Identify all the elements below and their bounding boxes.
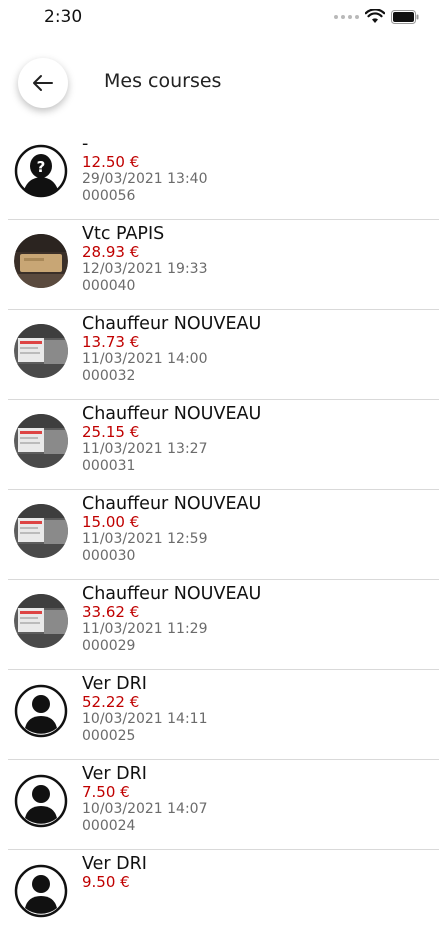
ride-code: 000056: [82, 188, 136, 204]
ride-datetime: 11/03/2021 12:59: [82, 531, 208, 547]
ride-code: 000024: [82, 818, 136, 834]
ride-code: 000040: [82, 278, 136, 294]
ride-amount: 28.93 €: [82, 243, 140, 261]
ride-amount: 9.50 €: [82, 873, 130, 891]
ride-list: ? - 12.50 € 29/03/2021 13:40 000056 Vtc …: [0, 130, 439, 939]
status-time: 2:30: [44, 7, 83, 27]
driver-name: Vtc PAPIS: [82, 224, 165, 244]
ride-info: Ver DRI 52.22 € 10/03/2021 14:11 000025: [82, 674, 208, 745]
driver-name: Ver DRI: [82, 764, 147, 784]
ride-datetime: 12/03/2021 19:33: [82, 261, 208, 277]
ride-datetime: 29/03/2021 13:40: [82, 171, 208, 187]
page-title: Mes courses: [104, 70, 222, 92]
user-icon: [14, 684, 68, 738]
list-item[interactable]: Ver DRI 52.22 € 10/03/2021 14:11 000025: [8, 670, 439, 760]
driver-name: Chauffeur NOUVEAU: [82, 404, 262, 424]
ride-info: Chauffeur NOUVEAU 25.15 € 11/03/2021 13:…: [82, 404, 261, 475]
avatar: [14, 324, 68, 378]
ride-amount: 13.73 €: [82, 333, 140, 351]
status-icons: [334, 9, 419, 24]
svg-text:?: ?: [37, 158, 46, 176]
list-item[interactable]: Ver DRI 7.50 € 10/03/2021 14:07 000024: [8, 760, 439, 850]
ride-info: Vtc PAPIS 28.93 € 12/03/2021 19:33 00004…: [82, 224, 208, 295]
ride-datetime: 11/03/2021 14:00: [82, 351, 208, 367]
signal-dots-icon: [334, 14, 359, 19]
avatar: [14, 774, 68, 828]
list-item[interactable]: ? - 12.50 € 29/03/2021 13:40 000056: [8, 130, 439, 220]
app-header: Mes courses: [0, 50, 439, 116]
back-button[interactable]: [18, 58, 68, 108]
ride-info: Chauffeur NOUVEAU 33.62 € 11/03/2021 11:…: [82, 584, 261, 655]
avatar: [14, 234, 68, 288]
ride-amount: 15.00 €: [82, 513, 140, 531]
ride-code: 000031: [82, 458, 136, 474]
driver-name: Chauffeur NOUVEAU: [82, 314, 262, 334]
ride-code: 000029: [82, 638, 136, 654]
avatar: [14, 594, 68, 648]
ride-datetime: 10/03/2021 14:11: [82, 711, 208, 727]
unknown-user-icon: ?: [14, 144, 68, 198]
driver-name: -: [82, 134, 89, 154]
ride-code: 000025: [82, 728, 136, 744]
avatar: [14, 504, 68, 558]
ride-info: - 12.50 € 29/03/2021 13:40 000056: [82, 134, 208, 205]
ride-info: Ver DRI 9.50 €: [82, 854, 147, 891]
driver-name: Ver DRI: [82, 674, 147, 694]
avatar: [14, 684, 68, 738]
ride-amount: 7.50 €: [82, 783, 130, 801]
driver-name: Ver DRI: [82, 854, 147, 874]
driver-name: Chauffeur NOUVEAU: [82, 494, 262, 514]
status-bar: 2:30: [0, 0, 439, 34]
ride-datetime: 10/03/2021 14:07: [82, 801, 208, 817]
user-icon: [14, 864, 68, 918]
ride-code: 000032: [82, 368, 136, 384]
screen-photo: [14, 594, 68, 648]
ride-amount: 25.15 €: [82, 423, 140, 441]
driver-name: Chauffeur NOUVEAU: [82, 584, 262, 604]
list-item[interactable]: Chauffeur NOUVEAU 13.73 € 11/03/2021 14:…: [8, 310, 439, 400]
avatar: [14, 864, 68, 918]
list-item[interactable]: Chauffeur NOUVEAU 15.00 € 11/03/2021 12:…: [8, 490, 439, 580]
ride-info: Ver DRI 7.50 € 10/03/2021 14:07 000024: [82, 764, 208, 835]
ride-code: 000030: [82, 548, 136, 564]
screen-photo: [14, 414, 68, 468]
list-item[interactable]: Vtc PAPIS 28.93 € 12/03/2021 19:33 00004…: [8, 220, 439, 310]
avatar: [14, 414, 68, 468]
list-item[interactable]: Chauffeur NOUVEAU 25.15 € 11/03/2021 13:…: [8, 400, 439, 490]
list-item[interactable]: Chauffeur NOUVEAU 33.62 € 11/03/2021 11:…: [8, 580, 439, 670]
avatar: ?: [14, 144, 68, 198]
list-item[interactable]: Ver DRI 9.50 €: [8, 850, 439, 939]
ride-amount: 52.22 €: [82, 693, 140, 711]
arrow-left-icon: [33, 75, 53, 91]
wifi-icon: [365, 9, 385, 23]
ride-amount: 12.50 €: [82, 153, 140, 171]
driver-photo: [14, 234, 68, 288]
ride-info: Chauffeur NOUVEAU 13.73 € 11/03/2021 14:…: [82, 314, 261, 385]
ride-info: Chauffeur NOUVEAU 15.00 € 11/03/2021 12:…: [82, 494, 261, 565]
ride-amount: 33.62 €: [82, 603, 140, 621]
screen-photo: [14, 324, 68, 378]
screen-photo: [14, 504, 68, 558]
ride-datetime: 11/03/2021 11:29: [82, 621, 208, 637]
ride-datetime: 11/03/2021 13:27: [82, 441, 208, 457]
battery-icon: [391, 9, 419, 24]
user-icon: [14, 774, 68, 828]
